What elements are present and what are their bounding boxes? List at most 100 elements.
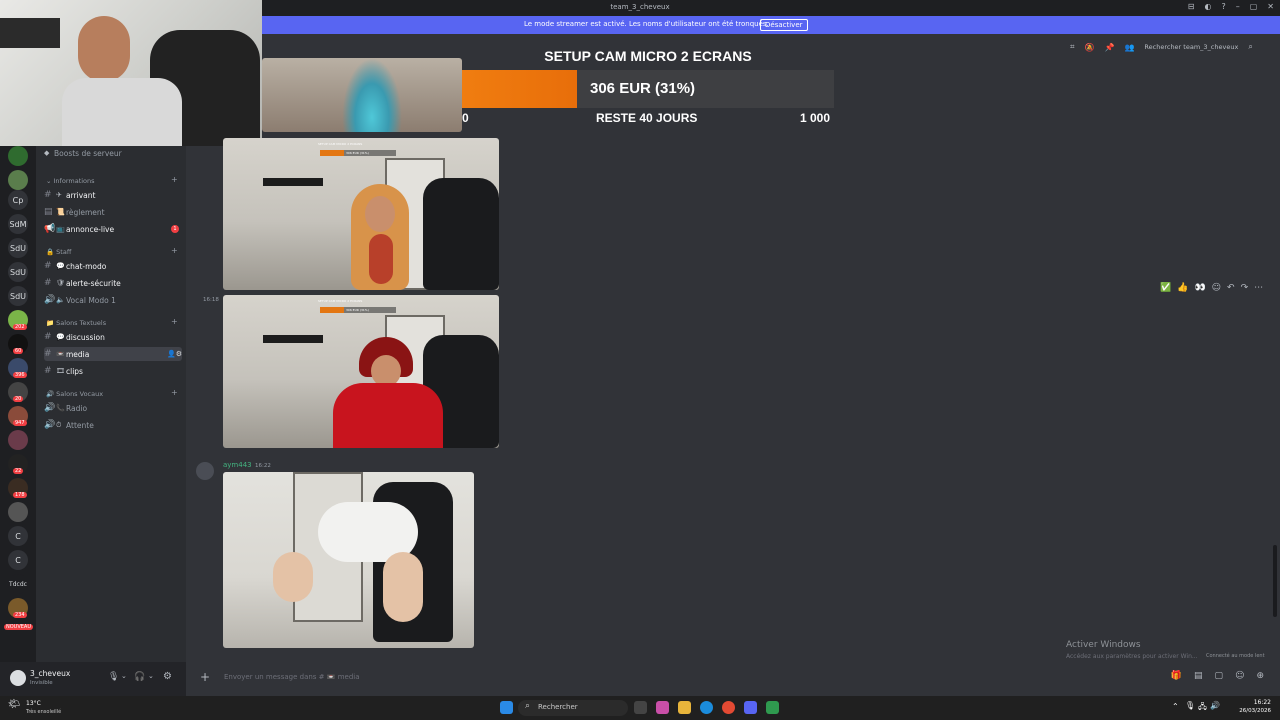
server-item[interactable]: SdU	[8, 286, 28, 306]
sticker-icon[interactable]: ▢	[1215, 671, 1224, 681]
threads-icon[interactable]: ⌗	[1070, 42, 1075, 52]
server-item[interactable]: SdM	[8, 214, 28, 234]
emoji-icon[interactable]: ☺	[1235, 671, 1244, 681]
channel-radio[interactable]: 🔊 📞 Radio	[44, 401, 182, 415]
apps-icon[interactable]: ⊕	[1256, 671, 1264, 681]
add-channel-icon[interactable]: +	[171, 246, 178, 255]
chrome-icon[interactable]	[722, 701, 735, 714]
invite-icon[interactable]: 👤⚙	[167, 350, 182, 358]
message-input[interactable]: Envoyer un message dans # 📼 media	[224, 673, 360, 681]
channel-clips[interactable]: # 🎞 clips	[44, 364, 182, 378]
weather-icon[interactable]: 🌤	[8, 699, 24, 715]
microphone-icon[interactable]: 🎙	[108, 672, 119, 682]
settings-icon[interactable]: ⚙	[163, 671, 172, 682]
emoji-icon[interactable]: ☺	[1212, 283, 1221, 293]
chevron-down-icon[interactable]: ⌄	[148, 672, 154, 680]
channel-discussion[interactable]: # 💬 discussion	[44, 330, 182, 344]
channel-reglement[interactable]: ▤ 📜 règlement	[44, 205, 182, 219]
chevron-down-icon[interactable]: ⌄	[121, 672, 127, 680]
maximize-button[interactable]: ▢	[1250, 2, 1258, 11]
shield-icon: 🛡	[56, 279, 65, 287]
server-badge: 396	[13, 372, 27, 378]
media-image[interactable]: SETUP CAM MICRO 2 ECRANS 306 EUR (31%)	[223, 295, 499, 448]
minimize-button[interactable]: –	[1236, 2, 1240, 11]
inbox-icon[interactable]: ⊟	[1188, 2, 1195, 11]
eyes-icon[interactable]: 👀	[1194, 283, 1205, 293]
activate-windows-subtitle: Accédez aux paramètres pour activer Win.…	[1066, 653, 1198, 660]
media-image[interactable]: SETUP CAM MICRO 2 ECRANS 306 EUR (31%)	[223, 138, 499, 290]
edge-icon[interactable]	[700, 701, 713, 714]
more-icon[interactable]: ⋯	[1254, 283, 1263, 293]
message-composer: + Envoyer un message dans # 📼 media 🎁 ▤ …	[196, 668, 1270, 688]
server-icon[interactable]	[8, 170, 28, 190]
server-item[interactable]: SdU	[8, 238, 28, 258]
theme-icon[interactable]: ◐	[1205, 2, 1212, 11]
mini-goal-title: SETUP CAM MICRO 2 ECRANS	[318, 142, 363, 146]
search-icon[interactable]: ⌕	[1248, 42, 1252, 52]
server-icon[interactable]	[8, 146, 28, 166]
headphones-icon[interactable]: 🎧	[134, 672, 145, 682]
channel-arrivant[interactable]: # ✈ arrivant	[44, 188, 182, 202]
server-icon[interactable]	[8, 430, 28, 450]
network-icon[interactable]: 🖧	[1198, 701, 1207, 715]
category-staff[interactable]: 🔒 Staff	[46, 248, 71, 256]
add-channel-icon[interactable]: +	[171, 388, 178, 397]
mute-icon[interactable]: 🔕	[1085, 43, 1095, 52]
avatar[interactable]	[10, 670, 26, 686]
volume-icon[interactable]: 🔊	[1210, 701, 1220, 710]
reply-icon[interactable]: ↶	[1227, 283, 1235, 293]
activate-windows-title: Activer Windows	[1066, 640, 1141, 650]
server-rail: Cp SdM SdU SdU SdU 202 60 396 20 947 22 …	[0, 146, 36, 662]
check-icon[interactable]: ✅	[1160, 283, 1171, 293]
user-status: Invisible	[30, 680, 53, 686]
pin-icon[interactable]: 📌	[1104, 43, 1114, 52]
add-attachment-icon[interactable]: +	[200, 670, 210, 684]
members-icon[interactable]: 👥	[1124, 43, 1134, 52]
gif-icon[interactable]: ▤	[1194, 671, 1203, 681]
server-item[interactable]: C	[8, 550, 28, 570]
copilot-icon[interactable]	[656, 701, 669, 714]
channel-attente[interactable]: 🔊 ⏱ Attente	[44, 418, 182, 432]
clock-date[interactable]: 26/03/2026	[1233, 708, 1271, 714]
media-image[interactable]	[262, 58, 462, 132]
media-image[interactable]	[223, 472, 474, 648]
close-button[interactable]: ✕	[1267, 2, 1274, 11]
scrollbar[interactable]	[1273, 545, 1277, 617]
search-input[interactable]: Rechercher team_3_cheveux	[1144, 43, 1238, 51]
channel-annonce-live[interactable]: 📢 📺 annonce-live	[44, 222, 182, 236]
server-item[interactable]: Tdcdc	[8, 574, 28, 594]
server-item[interactable]: SdU	[8, 262, 28, 282]
server-item[interactable]: Cp	[8, 190, 28, 210]
chevron-up-icon[interactable]: ⌃	[1172, 702, 1179, 711]
help-icon[interactable]: ?	[1221, 2, 1225, 11]
taskbar-search[interactable]: ⌕ Rechercher	[518, 700, 628, 716]
disable-streamer-button[interactable]: Désactiver	[760, 19, 808, 31]
app-icon[interactable]	[766, 701, 779, 714]
mic-icon[interactable]: 🎙	[1185, 701, 1195, 710]
server-boosts[interactable]: ◆ Boosts de serveur	[44, 146, 182, 160]
server-icon[interactable]	[8, 502, 28, 522]
category-salons-vocaux[interactable]: 🔊 Salons Vocaux	[46, 390, 103, 398]
message-author[interactable]: aym443	[223, 461, 252, 469]
server-item[interactable]: C	[8, 526, 28, 546]
add-channel-icon[interactable]: +	[171, 175, 178, 184]
category-informations[interactable]: ⌄ Informations	[46, 177, 95, 185]
channel-media[interactable]: # 📼 media 👤⚙	[44, 347, 182, 361]
channel-vocal-modo-1[interactable]: 🔊 🔈 Vocal Modo 1	[44, 293, 182, 307]
task-view-icon[interactable]	[634, 701, 647, 714]
forward-icon[interactable]: ↷	[1241, 283, 1249, 293]
channel-chat-modo[interactable]: # 💬 chat-modo	[44, 259, 182, 273]
avatar[interactable]	[196, 462, 214, 480]
webcam-face	[78, 16, 130, 82]
add-channel-icon[interactable]: +	[171, 317, 178, 326]
thumbs-up-icon[interactable]: 👍	[1177, 283, 1188, 293]
discord-icon[interactable]	[744, 701, 757, 714]
hash-icon: #	[44, 190, 52, 200]
start-icon[interactable]	[500, 701, 513, 714]
clock-time[interactable]: 16:22	[1239, 699, 1271, 706]
speaker-icon: 🔈	[56, 296, 65, 304]
gift-icon[interactable]: 🎁	[1171, 671, 1182, 681]
channel-alerte-securite[interactable]: # 🛡 alerte-sécurite	[44, 276, 182, 290]
file-explorer-icon[interactable]	[678, 701, 691, 714]
category-salons-textuels[interactable]: 📁 Salons Textuels	[46, 319, 106, 327]
